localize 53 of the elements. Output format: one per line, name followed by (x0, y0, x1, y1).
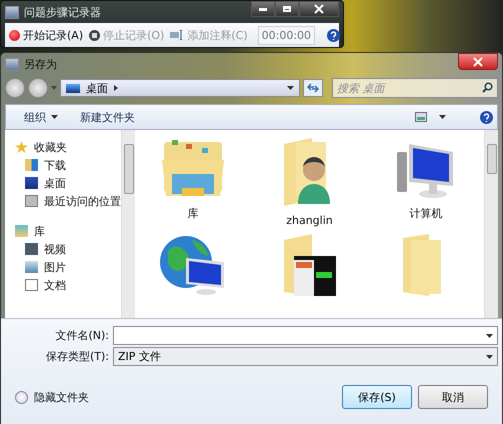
filename-field[interactable] (113, 326, 498, 345)
file-type-label: 保存类型(T): (44, 349, 109, 364)
maximize-button[interactable] (275, 1, 299, 17)
recorder-button[interactable]: 开始记录(A) (9, 28, 84, 42)
caret-icon[interactable] (439, 115, 446, 119)
sidebar-item[interactable]: 文档 (44, 278, 66, 292)
back-button[interactable] (5, 78, 25, 98)
organize-button[interactable]: 组织 (24, 110, 58, 124)
forward-button[interactable] (28, 78, 48, 98)
dialog-title: 另存为 (24, 56, 57, 72)
dropdown-icon[interactable] (486, 334, 493, 338)
sidebar-group[interactable]: 收藏夹 (34, 140, 67, 154)
sidebar-item[interactable]: 图片 (44, 260, 66, 274)
help-icon[interactable] (480, 110, 493, 124)
dialog-button[interactable]: 取消 (418, 385, 488, 409)
help-icon[interactable] (327, 28, 340, 42)
dropdown-icon[interactable] (287, 86, 294, 90)
item-label[interactable]: 计算机 (409, 206, 442, 221)
address-bar[interactable]: 桌面 (60, 79, 300, 97)
view-icon[interactable] (415, 112, 427, 122)
sidebar-group[interactable]: 库 (34, 224, 45, 238)
chevron-icon[interactable] (114, 85, 118, 91)
dropdown-icon[interactable] (486, 354, 493, 358)
item-label[interactable]: 库 (188, 206, 199, 221)
filename-label: 文件名(N): (54, 328, 109, 343)
dialog-button[interactable]: 保存(S) (342, 385, 412, 409)
sidebar-item[interactable]: 桌面 (44, 176, 66, 190)
close-icon[interactable] (473, 56, 483, 66)
close-icon[interactable] (314, 4, 324, 14)
minimize-button[interactable] (251, 1, 275, 17)
refresh-icon[interactable] (307, 83, 319, 93)
hide-folders-link[interactable]: 隐藏文件夹 (34, 390, 89, 404)
address-text[interactable]: 桌面 (86, 80, 108, 96)
file-type-dropdown[interactable]: ZIP 文件 (113, 347, 498, 366)
item-label[interactable]: zhanglin (286, 214, 333, 227)
new-folder-button[interactable]: 新建文件夹 (80, 110, 135, 124)
scrollbar[interactable] (121, 130, 135, 318)
search-field[interactable]: 搜索 桌面 (332, 78, 498, 98)
sidebar-item[interactable]: 下载 (44, 158, 66, 172)
timer-display: 00:00:00 (258, 26, 316, 44)
window-title: 问题步骤记录器 (24, 4, 101, 20)
close-button[interactable] (299, 1, 339, 17)
sidebar-item[interactable]: 视频 (44, 242, 66, 256)
app-icon (5, 6, 19, 18)
collapse-icon[interactable] (15, 390, 28, 404)
sidebar-item[interactable]: 最近访问的位置 (44, 194, 121, 208)
dialog-icon (5, 58, 19, 70)
refresh-button[interactable] (303, 79, 323, 97)
close-button[interactable] (458, 53, 498, 70)
scrollbar[interactable] (484, 130, 498, 318)
caret-icon[interactable] (51, 115, 58, 119)
search-icon[interactable] (482, 82, 493, 93)
comment-icon (170, 30, 184, 40)
